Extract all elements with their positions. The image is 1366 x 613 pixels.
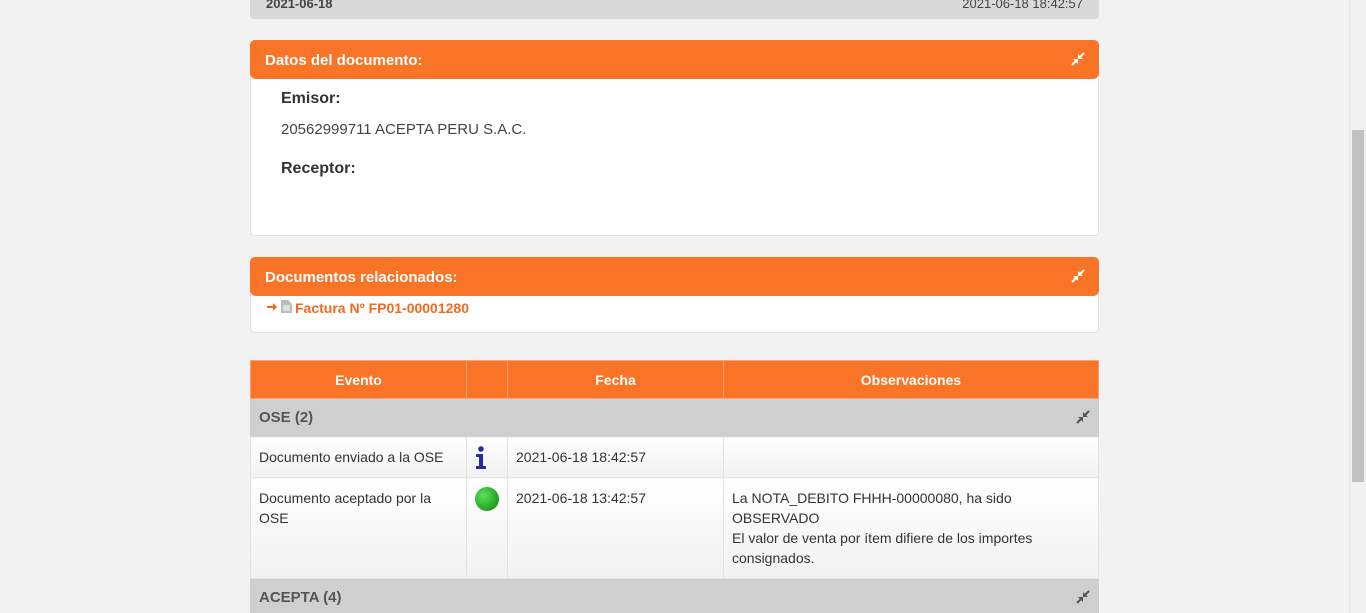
emisor-value: 20562999711 ACEPTA PERU S.A.C. (281, 121, 527, 138)
observation-line: El valor de venta por ítem difiere de lo… (732, 530, 1033, 566)
info-icon (475, 446, 487, 473)
footer-datetime: 2021-06-18 18:42:57 (962, 0, 1083, 11)
document-data-panel: Datos del documento: Emisor: 20562999711… (250, 40, 1099, 236)
related-documents-header[interactable]: Documentos relacionados: (250, 257, 1099, 296)
cell-evento: Documento aceptado por la OSE (250, 477, 467, 579)
events-table: Evento Fecha Observaciones OSE (2) Docum… (250, 360, 1099, 613)
scrollbar-thumb[interactable] (1352, 130, 1364, 482)
table-row: Documento aceptado por la OSE 2021-06-18… (250, 477, 1099, 579)
related-invoice-text: Factura Nº FP01-00001280 (295, 300, 469, 316)
page-scrollbar[interactable] (1349, 0, 1366, 613)
cell-icon (466, 436, 508, 478)
document-data-title: Datos del documento: (265, 52, 423, 69)
arrow-right-icon (266, 300, 278, 316)
collapse-icon[interactable] (1076, 410, 1090, 424)
cell-fecha: 2021-06-18 13:42:57 (507, 477, 724, 579)
related-invoice-link[interactable]: Factura Nº FP01-00001280 (266, 300, 469, 316)
cell-observaciones: La NOTA_DEBITO FHHH-00000080, ha sido OB… (723, 477, 1099, 579)
previous-panel-footer: 2021-06-18 2021-06-18 18:42:57 (250, 0, 1099, 19)
observation-line: La NOTA_DEBITO FHHH-00000080, ha sido OB… (732, 490, 1012, 526)
document-data-header[interactable]: Datos del documento: (250, 40, 1099, 79)
group-label: ACEPTA (4) (259, 589, 342, 606)
col-icon (466, 360, 508, 399)
table-row: Documento enviado a la OSE 2021-06-18 18… (250, 436, 1099, 478)
col-observaciones: Observaciones (723, 360, 1099, 399)
collapse-icon[interactable] (1071, 269, 1085, 283)
group-label: OSE (2) (259, 409, 314, 426)
col-evento: Evento (250, 360, 467, 399)
cell-fecha: 2021-06-18 18:42:57 (507, 436, 724, 478)
group-row-ose[interactable]: OSE (2) (250, 398, 1099, 437)
col-fecha: Fecha (507, 360, 724, 399)
receptor-label: Receptor: (281, 160, 356, 177)
related-documents-title: Documentos relacionados: (265, 269, 458, 286)
cell-observaciones (723, 436, 1099, 478)
collapse-icon[interactable] (1071, 52, 1085, 66)
emisor-label: Emisor: (281, 90, 341, 107)
cell-evento: Documento enviado a la OSE (250, 436, 467, 478)
related-documents-panel: Documentos relacionados: Factura Nº FP01… (250, 257, 1099, 333)
collapse-icon[interactable] (1076, 590, 1090, 604)
document-icon (281, 300, 292, 316)
group-row-acepta[interactable]: ACEPTA (4) (250, 578, 1099, 613)
footer-date: 2021-06-18 (266, 0, 333, 11)
cell-icon (466, 477, 508, 579)
green-status-icon (475, 487, 499, 511)
table-header-row: Evento Fecha Observaciones (250, 360, 1099, 399)
